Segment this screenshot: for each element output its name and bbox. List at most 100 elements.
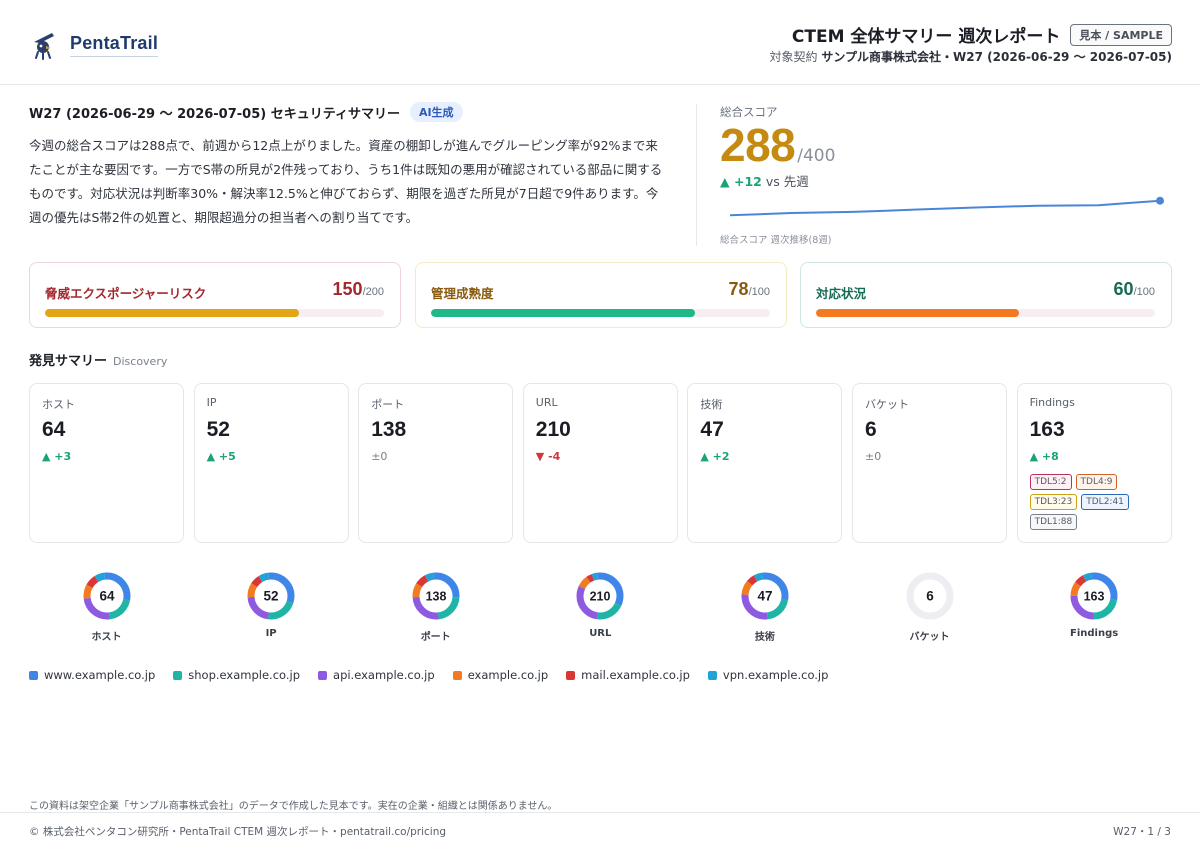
- donut-label: 技術: [754, 632, 775, 643]
- kpi-delta: ▲ +5: [206, 450, 236, 463]
- donut-chart: 6 バケット: [852, 570, 1007, 643]
- metric-label: 対応状況: [816, 286, 867, 301]
- donut-chart: 163 Findings: [1017, 570, 1172, 639]
- donut-svg: 163: [1070, 572, 1118, 620]
- donut-svg: 47: [741, 572, 789, 620]
- legend-item: mail.example.co.jp: [566, 668, 690, 682]
- donut-label: Findings: [1069, 628, 1119, 639]
- kpi-delta: ▲ +3: [42, 450, 72, 463]
- footer-copyright: © 株式会社ペンタコン研究所・PentaTrail CTEM 週次レポート・pe…: [29, 826, 447, 838]
- kpi-value: 47: [700, 418, 724, 441]
- summary-title: W27 (2026-06-29 〜 2026-07-05) セキュリティサマリー: [29, 106, 400, 122]
- metric-progress-fill: [431, 309, 696, 317]
- metric-label: 脅威エクスポージャーリスク: [45, 286, 207, 301]
- report-header: PentaTrail CTEM 全体サマリー 週次レポート 見本 / SAMPL…: [0, 0, 1200, 85]
- report-title: CTEM 全体サマリー 週次レポート: [791, 27, 1061, 47]
- logo-text: PentaTrail: [70, 33, 159, 57]
- metric-progress-bar: [816, 309, 1155, 317]
- metric-progress-fill: [816, 309, 1020, 317]
- tdl-badge: TDL5:2: [1029, 474, 1072, 490]
- discovery-header: 発見サマリー Discovery: [29, 350, 167, 369]
- legend-item: vpn.example.co.jp: [707, 668, 829, 682]
- legend-swatch: [707, 670, 717, 680]
- tdl-badge: TDL4:9: [1075, 474, 1118, 490]
- legend-swatch: [452, 670, 462, 680]
- ai-generated-badge: AI生成: [409, 102, 463, 122]
- donut-svg: 6: [906, 572, 953, 620]
- metric-max: /100: [1133, 286, 1155, 298]
- kpi-value: 210: [535, 418, 571, 441]
- legend-swatch: [173, 670, 183, 680]
- kpi-delta: ±0: [371, 450, 388, 463]
- legend-item: api.example.co.jp: [318, 668, 435, 682]
- sample-badge: 見本 / SAMPLE: [1070, 23, 1172, 46]
- metric-score: 78: [728, 279, 749, 299]
- footer-page-number: W27・1 / 3: [1113, 826, 1171, 838]
- kpi-label: Findings: [1029, 396, 1075, 409]
- tdl-badges: TDL5:2 TDL4:9 TDL3:23 TDL2:41 TDL1:88: [1029, 474, 1168, 530]
- kpi-delta: ▲ +2: [700, 450, 730, 463]
- disclaimer: この資料は架空企業「サンプル商事株式会社」のデータで作成した見本です。実在の企業…: [29, 801, 558, 812]
- score-value: 288: [720, 119, 796, 171]
- kpi-delta: ▼ -4: [535, 450, 561, 463]
- kpi-card: 技術 47 ▲ +2: [687, 383, 843, 543]
- subtitle-company: サンプル商事株式会社・W27 (2026-06-29 〜 2026-07-05): [821, 50, 1172, 64]
- donut-center-value: 163: [1084, 590, 1105, 604]
- donut-chart: 210 URL: [523, 570, 678, 639]
- metric-value: 150/200: [333, 279, 384, 300]
- tdl-badge: TDL3:23: [1029, 494, 1078, 510]
- donut-label: URL: [589, 628, 612, 639]
- kpi-card: バケット 6 ±0: [852, 383, 1007, 543]
- asset-legend: www.example.co.jp shop.example.co.jp api.e…: [29, 668, 828, 682]
- kpi-label: ポート: [371, 398, 405, 411]
- donut-center-value: 52: [264, 589, 279, 604]
- kpi-label: URL: [535, 396, 558, 409]
- donut-chart: 138 ポート: [358, 570, 513, 643]
- donut-svg: 138: [412, 572, 460, 620]
- donut-label: ポート: [420, 632, 451, 643]
- subtitle-prefix: 対象契約: [769, 50, 818, 64]
- vertical-divider: [696, 104, 697, 246]
- score-max: /400: [797, 146, 836, 166]
- donut-svg: 210: [576, 572, 624, 620]
- legend-label: example.co.jp: [467, 668, 549, 682]
- kpi-card: URL 210 ▼ -4: [522, 383, 678, 543]
- legend-swatch: [318, 670, 328, 680]
- tdl-badge: TDL2:41: [1081, 494, 1129, 510]
- kpi-value: 52: [206, 418, 230, 441]
- legend-item: shop.example.co.jp: [173, 668, 300, 682]
- page-footer: © 株式会社ペンタコン研究所・PentaTrail CTEM 週次レポート・pe…: [0, 812, 1200, 848]
- donut-center-value: 138: [425, 590, 446, 604]
- kpi-delta: ±0: [865, 450, 882, 463]
- kpi-card: ホスト 64 ▲ +3: [29, 383, 184, 543]
- kpi-label: ホスト: [42, 398, 75, 411]
- donut-chart: 52 IP: [194, 570, 349, 639]
- security-summary: W27 (2026-06-29 〜 2026-07-05) セキュリティサマリー…: [29, 102, 669, 230]
- discovery-subtitle: Discovery: [113, 355, 168, 368]
- score-trend-sparkline: [729, 196, 1164, 217]
- total-score: 288 /400: [720, 118, 835, 172]
- metric-value: 60/100: [1114, 279, 1155, 300]
- tdl-badge: TDL1:88: [1029, 514, 1078, 530]
- kpi-card: IP 52 ▲ +5: [193, 383, 349, 543]
- kpi-card: Findings 163 ▲ +8 TDL5:2 TDL4:9 TDL3:23 TDL2:4…: [1016, 383, 1172, 543]
- metric-card: 管理成熟度 78/100: [415, 262, 787, 328]
- donut-label: ホスト: [91, 632, 122, 643]
- metric-cards: 脅威エクスポージャーリスク 150/200 管理成熟度 78/100 対応状況 60/10…: [29, 262, 1172, 328]
- donut-center-value: 6: [926, 589, 934, 604]
- legend-swatch: [29, 670, 38, 680]
- kpi-value: 64: [42, 418, 66, 441]
- logo: PentaTrail: [30, 28, 159, 62]
- kpi-value: 163: [1029, 418, 1065, 441]
- metric-progress-bar: [45, 309, 384, 317]
- summary-text: 今週の総合スコアは288点で、前週から12点上がりました。資産の棚卸しが進んでグ…: [29, 138, 663, 225]
- donut-label: IP: [265, 628, 277, 639]
- legend-label: api.example.co.jp: [333, 668, 435, 682]
- report-subtitle: 対象契約 サンプル商事株式会社・W27 (2026-06-29 〜 2026-0…: [770, 48, 1172, 65]
- metric-max: /100: [748, 286, 770, 298]
- donut-center-value: 64: [99, 589, 115, 604]
- donut-label: バケット: [909, 632, 950, 643]
- legend-label: vpn.example.co.jp: [722, 668, 829, 682]
- kpi-value: 6: [865, 418, 877, 441]
- discovery-kpi-cards: ホスト 64 ▲ +3 IP 52 ▲ +5 ポート 138 ±0 URL 210 ▼ -4 技術 47 ▲…: [29, 383, 1172, 543]
